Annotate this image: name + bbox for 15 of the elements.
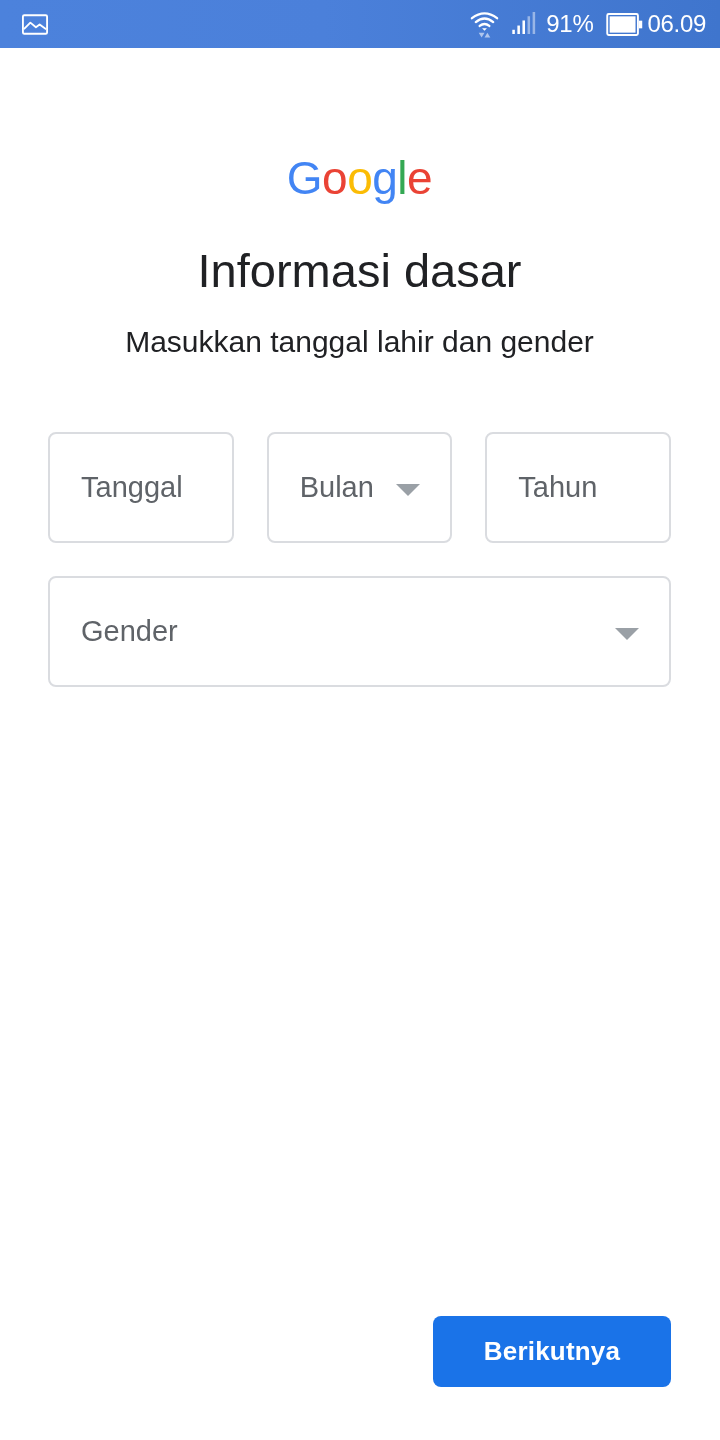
image-icon [22, 13, 48, 35]
text-field[interactable]: Tahun [485, 432, 671, 543]
page-title: Informasi dasar [197, 243, 522, 299]
wifi-icon [470, 9, 500, 39]
google-logo: Google [286, 151, 433, 206]
clock-time: 06.09 [647, 10, 706, 38]
caret-icon [615, 627, 639, 640]
page-subtitle: Masukkan tanggal lahir dan gender [125, 324, 594, 360]
dropdown-field[interactable]: Bulan [266, 432, 453, 543]
next-button[interactable]: Berikutnya [433, 1316, 671, 1387]
caret-icon [396, 483, 421, 496]
dropdown-field[interactable]: Gender [48, 576, 671, 687]
text-field[interactable]: Tanggal [48, 432, 234, 543]
battery-icon [606, 12, 644, 36]
battery-percent: 91% [546, 10, 594, 38]
